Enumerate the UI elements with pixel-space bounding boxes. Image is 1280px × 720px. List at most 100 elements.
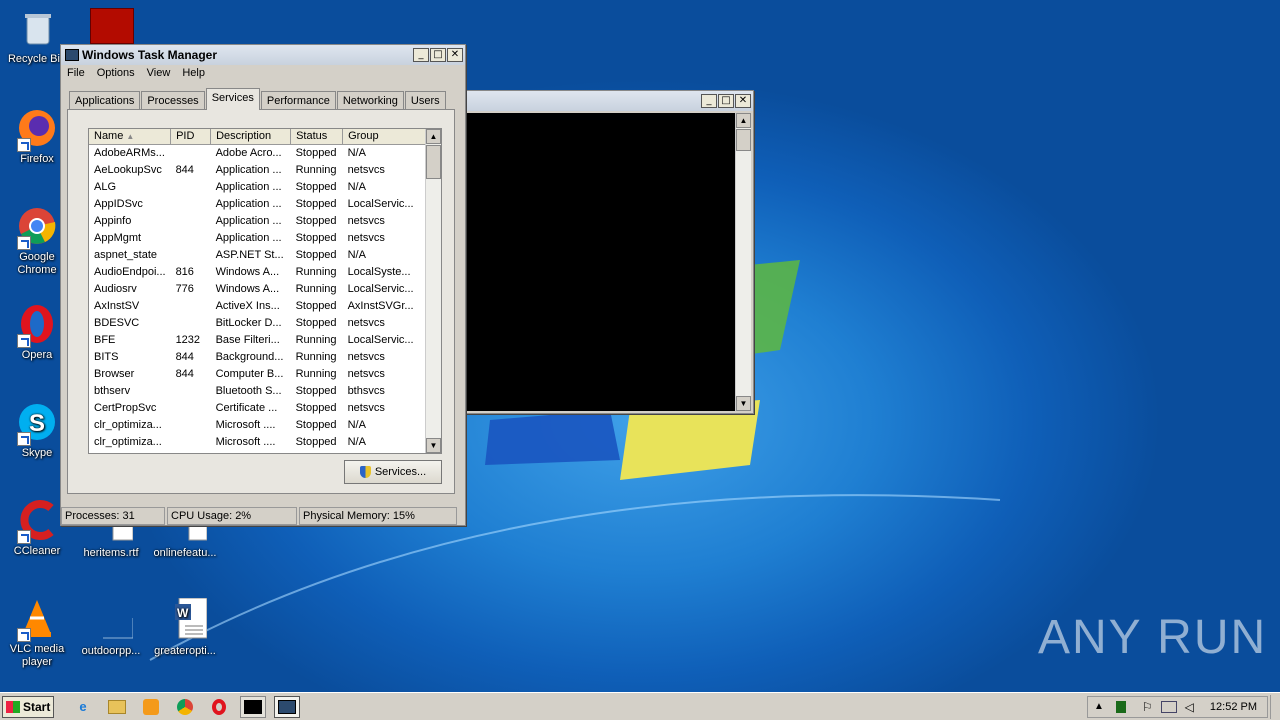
console-output[interactable] [467,113,735,411]
ccleaner-icon [15,498,59,544]
table-row[interactable]: clr_optimiza... Microsoft .... Stopped N/A [89,416,430,433]
tab-performance[interactable]: Performance [260,91,336,110]
volume-icon[interactable]: ◁ [1185,700,1194,714]
table-row[interactable]: BITS 844 Background... Running netsvcs [89,348,430,365]
cell-description: Application ... [215,163,282,176]
maximize-icon[interactable]: □ [718,94,734,108]
adobe-reader-icon[interactable] [90,8,134,44]
table-row[interactable]: aspnet_state ASP.NET St... Stopped N/A [89,246,430,263]
close-icon[interactable]: ✕ [735,94,751,108]
menu-view[interactable]: View [141,65,177,81]
services-panel: Name ▲ PID Description Status Group Adob… [67,109,455,494]
cell-name: AppMgmt [94,231,142,244]
opera-taskbar-icon[interactable] [206,696,232,718]
scroll-thumb[interactable] [426,145,441,179]
table-row[interactable]: Audiosrv 776 Windows A... Running LocalServi… [89,280,430,297]
cell-status: Running [295,282,337,295]
icon-label: heritems.rtf [83,547,139,559]
tab-applications[interactable]: Applications [69,91,141,110]
scroll-down-icon[interactable]: ▼ [426,438,441,453]
shield-icon [359,466,371,478]
table-row[interactable]: BFE 1232 Base Filteri... Running LocalServic… [89,331,430,348]
services-list[interactable]: Name ▲ PID Description Status Group Adob… [88,128,442,454]
system-tray: ▲ ⚐ ◁ 12:52 PM [1087,695,1268,718]
menu-help[interactable]: Help [176,65,211,81]
cell-status: Stopped [295,197,337,210]
media-player-icon[interactable] [138,696,164,718]
column-header-description[interactable]: Description [210,129,292,145]
cell-description: Microsoft .... [215,435,276,448]
outdoorpp-file[interactable]: outdoorpp... [74,598,148,658]
greateropti-file[interactable]: W greateropti... [148,597,222,658]
table-row[interactable]: AppIDSvc Application ... Stopped LocalServi… [89,195,430,212]
scroll-thumb[interactable] [736,129,751,151]
console-scrollbar[interactable]: ▲ ▼ [735,113,751,411]
show-desktop-button[interactable] [1270,694,1280,719]
tab-services[interactable]: Services [205,88,260,110]
show-hidden-icons-icon[interactable]: ▲ [1094,701,1104,712]
minimize-icon[interactable]: _ [413,48,429,62]
table-row[interactable]: AudioEndpoi... 816 Windows A... Running Loca… [89,263,430,280]
cell-group: LocalServic... [347,333,414,346]
column-header-status[interactable]: Status [290,129,344,145]
table-row[interactable]: AppMgmt Application ... Stopped netsvcs [89,229,430,246]
cell-description: Adobe Acro... [215,146,282,159]
tab-users[interactable]: Users [404,91,446,110]
column-header-pid[interactable]: PID [170,129,212,145]
cell-description: Certificate ... [215,401,278,414]
table-row[interactable]: BDESVC BitLocker D... Stopped netsvcs [89,314,430,331]
icon-label: CCleaner [13,545,61,557]
desktop: Recycle Bin Firefox Google Chrome Opera … [0,0,1280,692]
icon-label: VLC media player [9,643,65,668]
cell-description: Bluetooth S... [215,384,282,397]
column-header-name[interactable]: Name ▲ [89,129,172,145]
services-scrollbar[interactable]: ▲ ▼ [425,129,441,453]
explorer-folder-icon[interactable] [104,696,130,718]
start-button[interactable]: Start [2,695,54,718]
services-table: Name ▲ PID Description Status Group Adob… [89,129,431,450]
chrome-taskbar-icon[interactable] [172,696,198,718]
table-row[interactable]: ALG Application ... Stopped N/A [89,178,430,195]
task-manager-titlebar[interactable]: Windows Task Manager _ □ ✕ [61,45,465,65]
action-center-flag-icon[interactable]: ⚐ [1142,700,1153,714]
table-row[interactable]: CertPropSvc Certificate ... Stopped netsvcs [89,399,430,416]
services-button[interactable]: Services... [344,460,442,484]
table-row[interactable]: AxInstSV ActiveX Ins... Stopped AxInstSVGr.… [89,297,430,314]
maximize-icon[interactable]: □ [430,48,446,62]
table-row[interactable]: clr_optimiza... Microsoft .... Stopped N/A [89,433,430,450]
scroll-up-icon[interactable]: ▲ [426,129,441,144]
scroll-up-icon[interactable]: ▲ [736,113,751,128]
clock[interactable]: 12:52 PM [1210,701,1257,713]
task-manager-taskbar-icon[interactable] [274,695,300,718]
cmd-taskbar-icon[interactable] [240,695,266,718]
menu-options[interactable]: Options [91,65,141,81]
tray-app-icon[interactable] [1115,700,1126,713]
cell-description: Base Filteri... [215,333,280,346]
icon-label: outdoorpp... [81,645,141,657]
cell-description: Windows A... [215,282,280,295]
internet-explorer-icon[interactable]: e [70,696,96,718]
table-row[interactable]: AeLookupSvc 844 Application ... Running nets… [89,161,430,178]
services-button-label: Services... [374,466,427,478]
console-window[interactable]: _ □ ✕ ▲ ▼ [464,90,754,414]
table-row[interactable]: Appinfo Application ... Stopped netsvcs [89,212,430,229]
minimize-icon[interactable]: _ [701,94,717,108]
table-row[interactable]: AdobeARMs... Adobe Acro... Stopped N/A [89,144,430,161]
table-row[interactable]: Browser 844 Computer B... Running netsvcs [89,365,430,382]
scroll-down-icon[interactable]: ▼ [736,396,751,411]
task-manager-window[interactable]: Windows Task Manager _ □ ✕ File Options Vi… [60,44,466,526]
cell-group: netsvcs [347,350,385,363]
opera-icon [15,302,59,348]
tab-processes[interactable]: Processes [141,91,205,110]
icon-label: Opera [21,349,53,361]
network-icon[interactable] [1160,700,1177,713]
console-titlebar[interactable]: _ □ ✕ [465,91,753,111]
table-row[interactable]: bthserv Bluetooth S... Stopped bthsvcs [89,382,430,399]
icon-label: Skype [21,447,53,459]
close-icon[interactable]: ✕ [447,48,463,62]
menu-file[interactable]: File [61,65,91,81]
vlc-shortcut[interactable]: VLC media player [0,596,74,669]
tab-networking[interactable]: Networking [336,91,404,110]
cell-description: Application ... [215,180,282,193]
column-header-group[interactable]: Group [342,129,431,145]
